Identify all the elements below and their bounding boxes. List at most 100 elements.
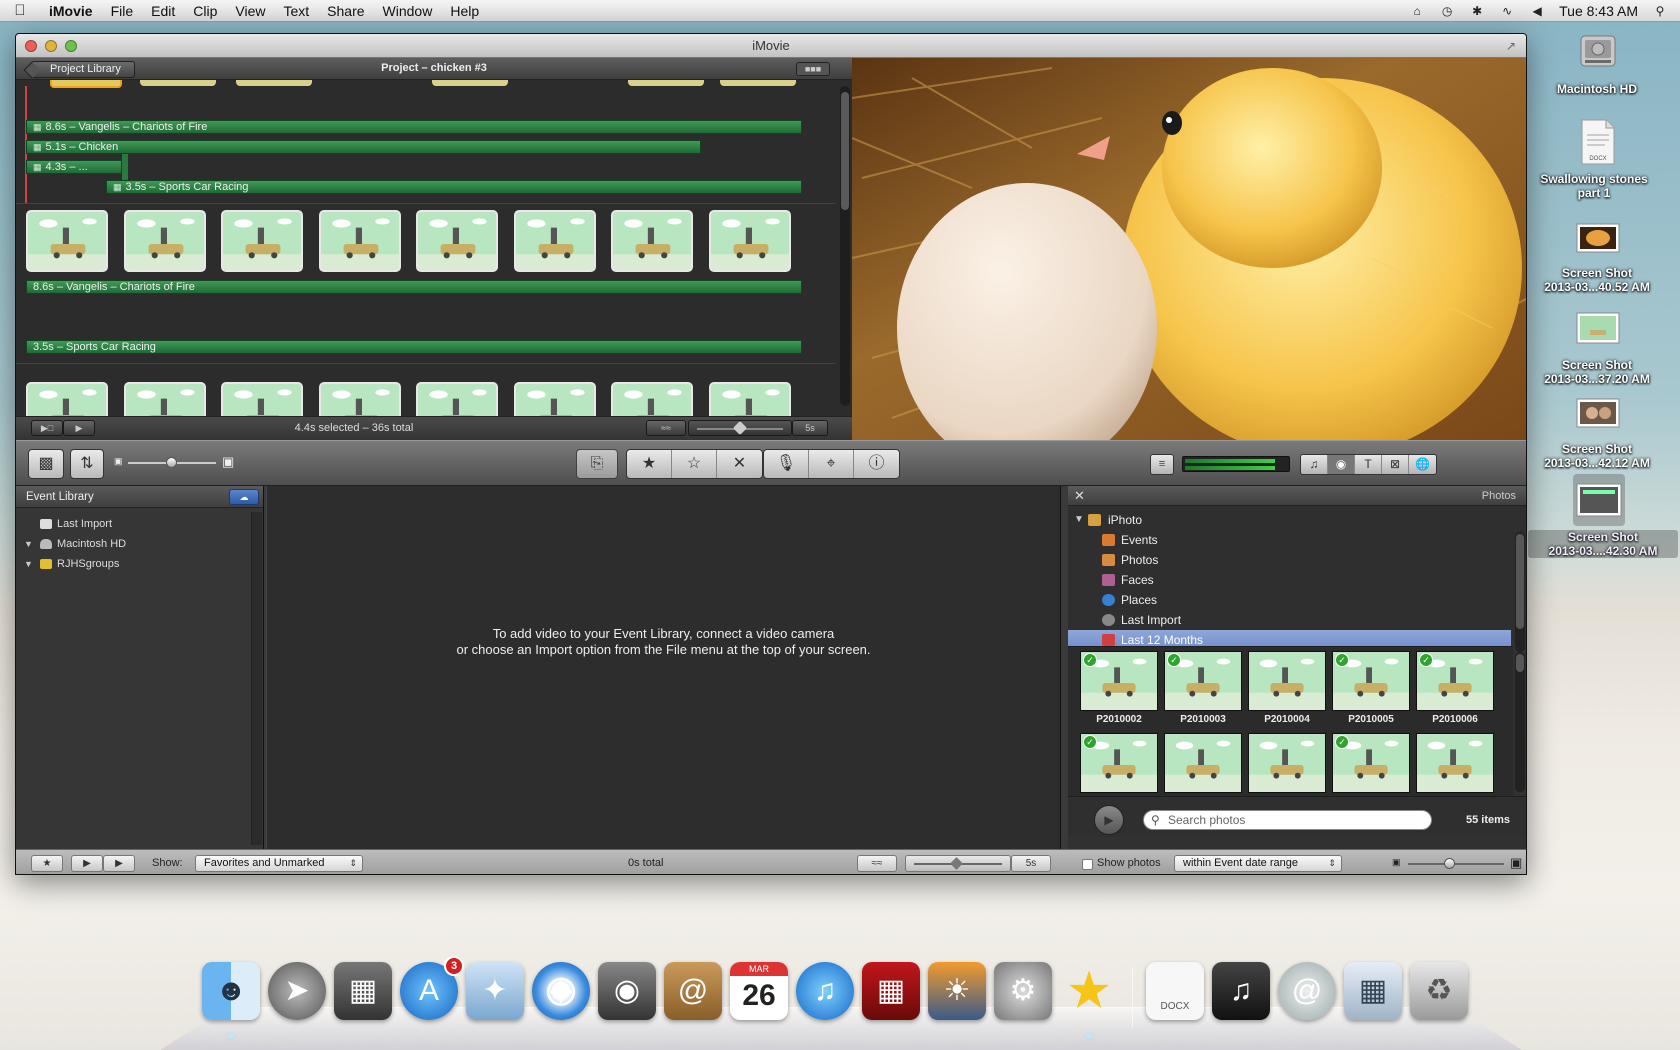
audio-clip-bar[interactable]: ▦ 4.3s – ...	[26, 160, 122, 174]
clip-thumbnail[interactable]	[708, 210, 791, 272]
fullscreen-icon[interactable]: ↗	[1504, 39, 1518, 53]
menu-window[interactable]: Window	[374, 3, 442, 19]
launchpad-icon[interactable]: ➤	[268, 962, 326, 1020]
thumbnail-size-slider[interactable]	[128, 457, 216, 468]
downloads-mail-stack-icon[interactable]: @	[1278, 962, 1336, 1020]
voiceover-microphone-icon[interactable]: 🎙	[764, 450, 809, 478]
unmark-star-icon[interactable]: ☆	[672, 450, 717, 478]
maps-browser-icon[interactable]: 🌐	[1409, 455, 1436, 474]
audio-clip-bar[interactable]: ▦ 5.1s – Chicken	[26, 140, 701, 154]
source-faces[interactable]: Faces	[1068, 570, 1511, 590]
audio-clip-bar[interactable]: 8.6s – Vangelis – Chariots of Fire	[26, 280, 802, 294]
applications-stack-icon[interactable]: ▦	[1344, 962, 1402, 1020]
menu-share[interactable]: Share	[318, 3, 373, 19]
wifi-icon[interactable]: ∿	[1499, 4, 1515, 18]
disclosure-triangle-icon[interactable]: ▼	[24, 554, 33, 574]
reject-x-icon[interactable]: ✕	[717, 450, 762, 478]
source-places[interactable]: Places	[1068, 590, 1511, 610]
screenshot-file-icon[interactable]	[1576, 223, 1620, 253]
inspector-info-icon[interactable]: ⓘ	[854, 450, 899, 478]
add-to-project-button[interactable]: ⎘	[576, 449, 618, 479]
project-view-toggle[interactable]: ■■■	[796, 62, 830, 76]
desktop-label-screenshot-4[interactable]: Screen Shot 2013-03....42.30 AM	[1528, 530, 1678, 558]
video-viewer[interactable]	[852, 58, 1526, 440]
audio-waveform-toggle[interactable]: ≈≈	[646, 420, 686, 436]
window-titlebar[interactable]: iMovie ↗	[16, 34, 1526, 58]
play-events-full-screen-button[interactable]: ▶	[71, 855, 103, 872]
source-last-import[interactable]: Last Import	[1068, 610, 1511, 630]
slideshow-play-button[interactable]: ▶	[1094, 805, 1124, 835]
photo-browser-icon[interactable]: ◉	[1328, 455, 1355, 474]
menu-edit[interactable]: Edit	[142, 3, 184, 19]
disclosure-triangle-icon[interactable]: ▼	[1074, 510, 1084, 530]
clip-thumbnail[interactable]	[26, 210, 108, 272]
bluetooth-icon[interactable]: ✱	[1469, 4, 1485, 18]
clip-thumbnail[interactable]	[513, 210, 596, 272]
event-item-last-import[interactable]: Last Import	[16, 514, 263, 534]
music-folder-icon[interactable]: ♫	[1212, 962, 1270, 1020]
hard-drive-icon[interactable]	[1575, 28, 1621, 74]
itunes-icon[interactable]: ♫	[796, 962, 854, 1020]
audio-clip-bar[interactable]: 3.5s – Sports Car Racing	[26, 340, 802, 354]
docx-stack-icon[interactable]: DOCX	[1146, 962, 1204, 1020]
scrollbar-thumb[interactable]	[1516, 534, 1524, 629]
camera-import-button[interactable]: ▩	[28, 449, 64, 479]
menu-help[interactable]: Help	[441, 3, 488, 19]
mail-icon[interactable]: ✦	[466, 962, 524, 1020]
source-events[interactable]: Events	[1068, 530, 1511, 550]
clip-thumbnail[interactable]	[611, 210, 693, 272]
imovie-dock-icon[interactable]: ★	[1060, 962, 1118, 1020]
clip-thumbnail[interactable]	[221, 210, 303, 272]
photo-grid-scrollbar[interactable]	[1515, 652, 1525, 792]
spotlight-search-icon[interactable]: ⚲	[1652, 4, 1668, 18]
date-range-select[interactable]: within Event date range ⇕	[1174, 855, 1342, 872]
time-machine-icon[interactable]: ◷	[1439, 4, 1455, 18]
photo-booth-icon[interactable]: ▦	[862, 962, 920, 1020]
screenshot-file-icon[interactable]	[1576, 398, 1620, 428]
menubar-clock[interactable]: Tue 8:43 AM	[1559, 3, 1638, 19]
desktop-label-swallowing-stones[interactable]: Swallowing stones part 1	[1519, 172, 1669, 200]
trash-icon[interactable]: ♻	[1410, 962, 1468, 1020]
desktop-label-screenshot-2[interactable]: Screen Shot 2013-03...37.20 AM	[1522, 358, 1672, 386]
iphoto-dock-icon[interactable]: ☀	[928, 962, 986, 1020]
desktop-label-screenshot-1[interactable]: Screen Shot 2013-03...40.52 AM	[1522, 266, 1672, 294]
audio-clip-bar[interactable]: ▦ 8.6s – Vangelis – Chariots of Fire	[26, 120, 802, 134]
source-iphoto[interactable]: ▼ iPhoto	[1068, 510, 1511, 530]
photo-thumbnail[interactable]	[1164, 733, 1242, 793]
minimize-window-button[interactable]	[45, 40, 57, 52]
project-zoom-slider[interactable]	[688, 420, 792, 436]
facetime-icon[interactable]: ◉	[598, 962, 656, 1020]
play-events-button[interactable]: ▶	[103, 855, 135, 872]
scrollbar-thumb[interactable]	[1516, 654, 1524, 672]
calendar-icon[interactable]: MAR 26	[730, 962, 788, 1020]
photo-thumbnail[interactable]	[1248, 651, 1326, 711]
titles-browser-icon[interactable]: T	[1355, 455, 1382, 474]
audio-clip-bar[interactable]: ▦ 3.5s – Sports Car Racing	[106, 180, 802, 194]
project-scrollbar[interactable]	[840, 86, 850, 406]
clip-thumbnail[interactable]	[318, 210, 401, 272]
docx-file-icon[interactable]: DOCX	[1578, 118, 1618, 166]
screenshot-file-icon[interactable]	[1576, 312, 1620, 344]
disclosure-triangle-icon[interactable]: ▼	[24, 534, 33, 554]
source-list-scrollbar[interactable]	[1515, 532, 1525, 652]
photo-thumbnail[interactable]	[1248, 733, 1326, 793]
menu-app[interactable]: iMovie	[40, 3, 102, 19]
swap-events-projects-button[interactable]: ⇅	[70, 449, 104, 479]
menu-clip[interactable]: Clip	[184, 3, 226, 19]
show-filter-select[interactable]: Favorites and Unmarked ⇕	[195, 855, 363, 872]
zoom-window-button[interactable]	[65, 40, 77, 52]
scrollbar-thumb[interactable]	[841, 92, 849, 210]
menu-text[interactable]: Text	[274, 3, 318, 19]
menu-view[interactable]: View	[226, 3, 274, 19]
safari-icon[interactable]: ⨁	[532, 962, 590, 1020]
mark-favorite-star-icon[interactable]: ★	[627, 450, 672, 478]
photo-size-slider[interactable]	[1408, 858, 1504, 869]
close-window-button[interactable]	[25, 40, 37, 52]
close-photos-icon[interactable]: ✕	[1074, 486, 1085, 506]
music-browser-icon[interactable]: ♫	[1301, 455, 1328, 474]
show-hide-events-toggle[interactable]: ☁	[229, 489, 259, 505]
show-photos-checkbox[interactable]	[1082, 859, 1093, 870]
source-photos[interactable]: Photos	[1068, 550, 1511, 570]
desktop-label-macintosh-hd[interactable]: Macintosh HD	[1522, 82, 1672, 96]
audio-adjust-button[interactable]: ≡	[1150, 454, 1174, 475]
